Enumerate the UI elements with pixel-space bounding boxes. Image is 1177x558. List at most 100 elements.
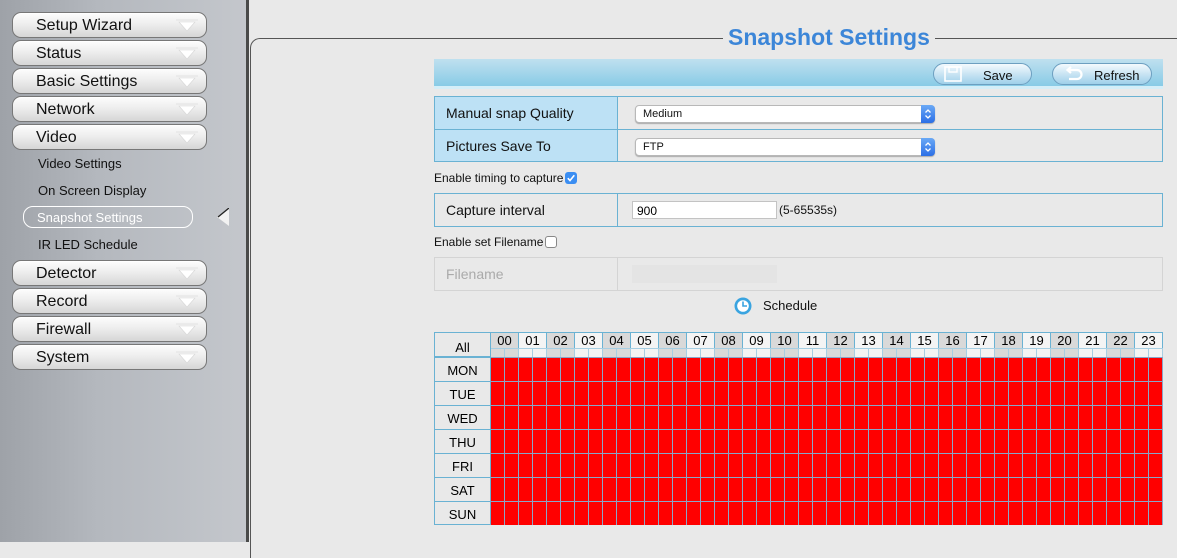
schedule-slot[interactable] [533,357,547,381]
schedule-slot[interactable] [687,477,701,501]
schedule-slot[interactable] [953,501,967,525]
schedule-slot[interactable] [981,477,995,501]
schedule-slot[interactable] [561,357,575,381]
hour-header-18[interactable]: 18 [995,333,1023,348]
schedule-slot[interactable] [743,477,757,501]
schedule-slot[interactable] [589,405,603,429]
schedule-slot[interactable] [1065,501,1079,525]
schedule-slot[interactable] [673,381,687,405]
schedule-slot[interactable] [995,501,1009,525]
half-hour-header[interactable] [589,348,603,357]
schedule-slot[interactable] [939,357,953,381]
schedule-slot[interactable] [1023,477,1037,501]
day-label-mon[interactable]: MON [435,357,491,381]
day-label-fri[interactable]: FRI [435,453,491,477]
schedule-slot[interactable] [491,429,505,453]
schedule-slot[interactable] [1107,429,1121,453]
schedule-slot[interactable] [1149,429,1163,453]
schedule-slot[interactable] [603,429,617,453]
schedule-slot[interactable] [575,501,589,525]
hour-header-00[interactable]: 00 [491,333,519,348]
schedule-slot[interactable] [911,381,925,405]
schedule-slot[interactable] [995,357,1009,381]
schedule-slot[interactable] [953,357,967,381]
schedule-slot[interactable] [659,357,673,381]
schedule-slot[interactable] [799,453,813,477]
hour-header-13[interactable]: 13 [855,333,883,348]
schedule-slot[interactable] [827,453,841,477]
schedule-slot[interactable] [715,381,729,405]
schedule-slot[interactable] [561,381,575,405]
schedule-slot[interactable] [967,453,981,477]
schedule-slot[interactable] [1121,405,1135,429]
schedule-slot[interactable] [1149,453,1163,477]
schedule-slot[interactable] [799,381,813,405]
schedule-slot[interactable] [995,429,1009,453]
sidebar-menu-basic-settings[interactable]: Basic Settings [12,68,207,94]
schedule-slot[interactable] [841,477,855,501]
schedule-slot[interactable] [729,429,743,453]
schedule-slot[interactable] [911,501,925,525]
half-hour-header[interactable] [939,348,953,357]
half-hour-header[interactable] [995,348,1009,357]
schedule-slot[interactable] [519,453,533,477]
schedule-slot[interactable] [1149,405,1163,429]
schedule-slot[interactable] [771,357,785,381]
schedule-slot[interactable] [883,453,897,477]
schedule-slot[interactable] [1051,501,1065,525]
schedule-slot[interactable] [1107,357,1121,381]
schedule-slot[interactable] [1051,357,1065,381]
schedule-slot[interactable] [813,453,827,477]
schedule-slot[interactable] [785,357,799,381]
schedule-slot[interactable] [995,381,1009,405]
hour-header-23[interactable]: 23 [1135,333,1163,348]
schedule-slot[interactable] [673,477,687,501]
half-hour-header[interactable] [1149,348,1163,357]
half-hour-header[interactable] [645,348,659,357]
schedule-slot[interactable] [897,357,911,381]
schedule-slot[interactable] [1135,477,1149,501]
schedule-slot[interactable] [687,357,701,381]
half-hour-header[interactable] [491,348,505,357]
schedule-slot[interactable] [1093,501,1107,525]
schedule-slot[interactable] [967,381,981,405]
schedule-slot[interactable] [645,429,659,453]
schedule-slot[interactable] [1107,453,1121,477]
schedule-slot[interactable] [617,453,631,477]
schedule-slot[interactable] [925,453,939,477]
schedule-slot[interactable] [505,381,519,405]
schedule-slot[interactable] [491,477,505,501]
half-hour-header[interactable] [785,348,799,357]
schedule-slot[interactable] [715,477,729,501]
half-hour-header[interactable] [953,348,967,357]
schedule-slot[interactable] [813,381,827,405]
schedule-slot[interactable] [659,429,673,453]
schedule-slot[interactable] [743,429,757,453]
schedule-slot[interactable] [981,501,995,525]
half-hour-header[interactable] [981,348,995,357]
half-hour-header[interactable] [757,348,771,357]
schedule-slot[interactable] [869,453,883,477]
schedule-slot[interactable] [617,357,631,381]
half-hour-header[interactable] [1079,348,1093,357]
schedule-slot[interactable] [771,405,785,429]
schedule-slot[interactable] [953,477,967,501]
schedule-slot[interactable] [631,405,645,429]
schedule-slot[interactable] [1107,477,1121,501]
schedule-slot[interactable] [1149,477,1163,501]
schedule-slot[interactable] [673,501,687,525]
half-hour-header[interactable] [827,348,841,357]
schedule-slot[interactable] [1079,477,1093,501]
enable-filename-checkbox[interactable] [545,236,558,248]
schedule-slot[interactable] [603,357,617,381]
schedule-slot[interactable] [631,381,645,405]
schedule-slot[interactable] [813,405,827,429]
half-hour-header[interactable] [1107,348,1121,357]
schedule-slot[interactable] [785,477,799,501]
half-hour-header[interactable] [547,348,561,357]
hour-header-03[interactable]: 03 [575,333,603,348]
schedule-slot[interactable] [967,477,981,501]
schedule-slot[interactable] [757,429,771,453]
schedule-slot[interactable] [715,501,729,525]
sidebar-subitem-on-screen-display[interactable]: On Screen Display [38,183,146,198]
